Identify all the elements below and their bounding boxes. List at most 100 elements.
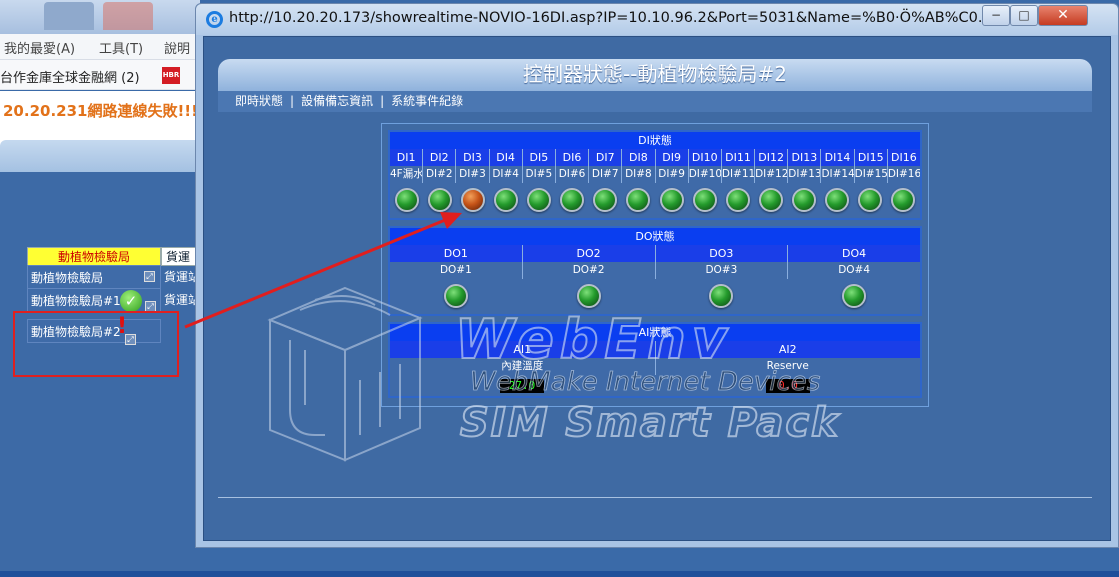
di-led-slot: [821, 188, 854, 212]
menu-favorites[interactable]: 我的最愛(A): [4, 38, 75, 57]
di-channel-label: DI12: [755, 149, 789, 166]
status-led-on-icon[interactable]: [394, 188, 419, 212]
status-led-on-icon[interactable]: [792, 188, 817, 212]
nav-separator: |: [380, 94, 385, 108]
di-led-row: [390, 183, 920, 217]
status-led-on-icon[interactable]: [841, 284, 866, 308]
di-point-name: DI#14: [821, 166, 855, 183]
nav-events-link[interactable]: 系統事件紀錄: [391, 94, 463, 108]
di-led-slot: [721, 188, 754, 212]
status-panels: DI狀態 DI1 DI2 DI3 DI4 DI5 DI6 DI7 DI8 DI9 DI10 DI11…: [381, 123, 929, 407]
connection-fail-message: 20.20.231網路連線失敗!!!: [3, 102, 198, 120]
status-led-on-icon[interactable]: [692, 188, 717, 212]
ai-channel-label: AI2: [655, 341, 920, 358]
di-channel-label: DI7: [589, 149, 623, 166]
menu-tools[interactable]: 工具(T): [99, 38, 143, 57]
ai1-value-display: 27.0: [500, 379, 544, 393]
di-led-slot: [390, 188, 423, 212]
hbr-icon[interactable]: HBR: [162, 67, 180, 84]
taskbar-edge: [0, 571, 1119, 577]
device-row-label: 動植物檢驗局#1: [31, 294, 121, 308]
di-point-name: DI#12: [755, 166, 789, 183]
di-panel: DI狀態 DI1 DI2 DI3 DI4 DI5 DI6 DI7 DI8 DI9 DI10 DI11…: [388, 130, 922, 220]
online-check-icon: ✓: [120, 290, 142, 312]
status-led-on-icon[interactable]: [758, 188, 783, 212]
di-point-name: DI#3: [456, 166, 490, 183]
status-led-on-icon[interactable]: [576, 284, 601, 308]
favorites-item[interactable]: 台作金庫全球金融網 (2): [0, 67, 140, 86]
ai-panel-title: AI狀態: [390, 324, 920, 341]
minimize-button[interactable]: −: [982, 5, 1010, 26]
highlight-frame: [13, 311, 179, 377]
di-point-name: DI#5: [522, 166, 556, 183]
ai-point-name: Reserve: [655, 358, 920, 375]
nav-realtime-link[interactable]: 即時狀態: [235, 94, 283, 108]
di-channel-label: DI2: [423, 149, 457, 166]
status-led-on-icon[interactable]: [593, 188, 618, 212]
device-table-header: 動植物檢驗局: [27, 247, 161, 266]
background-browser-titlebar: [0, 0, 200, 34]
status-led-on-icon[interactable]: [444, 284, 469, 308]
status-led-on-icon[interactable]: [858, 188, 883, 212]
status-led-alarm-icon[interactable]: [460, 188, 485, 212]
status-led-on-icon[interactable]: [659, 188, 684, 212]
status-led-on-icon[interactable]: [527, 188, 552, 212]
di-channel-label: DI15: [854, 149, 888, 166]
do-led-row: [390, 279, 920, 313]
di-led-slot: [887, 188, 920, 212]
do-channel-label: DO1: [390, 245, 523, 262]
close-button[interactable]: ✕: [1038, 5, 1088, 26]
do-channel-label: DO2: [522, 245, 656, 262]
do-channel-label: DO3: [655, 245, 789, 262]
di-point-name: DI#7: [589, 166, 623, 183]
di-channel-label: DI6: [555, 149, 590, 166]
di-led-slot: [423, 188, 456, 212]
ie-browser-icon: e: [206, 11, 223, 28]
di-point-name: DI#8: [622, 166, 656, 183]
do-channel-label: DO4: [788, 245, 920, 262]
di-point-name: DI#2: [423, 166, 457, 183]
background-pane-header: [0, 140, 200, 172]
device-row[interactable]: 動植物檢驗局 ⤢: [27, 265, 161, 289]
status-led-on-icon[interactable]: [427, 188, 452, 212]
do-led-slot: [523, 284, 656, 308]
browser-tab[interactable]: [44, 2, 94, 30]
ai-channel-label: AI1: [390, 341, 656, 358]
nav-equipment-link[interactable]: 設備備忘資訊: [301, 94, 373, 108]
di-point-name: DI#15: [854, 166, 888, 183]
di-channel-label: DI16: [887, 149, 920, 166]
do-led-slot: [655, 284, 788, 308]
status-led-on-icon[interactable]: [891, 188, 916, 212]
di-point-name: DI#11: [721, 166, 756, 183]
di-channel-label: DI11: [721, 149, 756, 166]
di-led-slot: [788, 188, 821, 212]
di-led-slot: [556, 188, 589, 212]
do-channel-row: DO1 DO2 DO3 DO4: [390, 245, 920, 262]
do-led-slot: [788, 284, 921, 308]
di-channel-label: DI4: [489, 149, 523, 166]
ai-panel: AI狀態 AI1 AI2 內建溫度 Reserve 27.0 0.0: [388, 322, 922, 398]
popup-titlebar[interactable]: e http://10.20.20.173/showrealtime-NOVIO…: [196, 4, 1118, 35]
expand-icon[interactable]: ⤢: [144, 271, 155, 282]
browser-tab[interactable]: [103, 2, 153, 30]
status-led-on-icon[interactable]: [493, 188, 518, 212]
di-channel-label: DI1: [390, 149, 424, 166]
status-led-on-icon[interactable]: [825, 188, 850, 212]
di-channel-row: DI1 DI2 DI3 DI4 DI5 DI6 DI7 DI8 DI9 DI10 DI11 DI12 D…: [390, 149, 920, 166]
menu-help[interactable]: 說明: [164, 38, 190, 57]
nav-bar: 即時狀態 | 設備備忘資訊 | 系統事件紀錄: [218, 91, 1092, 112]
maximize-button[interactable]: □: [1010, 5, 1038, 26]
di-led-slot: [655, 188, 688, 212]
status-led-on-icon[interactable]: [626, 188, 651, 212]
do-point-name: DO#1: [390, 262, 523, 279]
status-led-on-icon[interactable]: [560, 188, 585, 212]
di-point-name: DI#10: [688, 166, 722, 183]
di-channel-label: DI10: [688, 149, 722, 166]
di-name-row: 4F漏水 DI#2 DI#3 DI#4 DI#5 DI#6 DI#7 DI#8 DI#9 DI#1…: [390, 166, 920, 183]
device-row[interactable]: 動植物檢驗局#1 ✓ ⤢: [27, 288, 161, 312]
popup-content: 控制器狀態--動植物檢驗局#2 即時狀態 | 設備備忘資訊 | 系統事件紀錄 DI狀態 …: [203, 36, 1111, 541]
di-panel-title: DI狀態: [390, 132, 920, 149]
status-led-on-icon[interactable]: [709, 284, 734, 308]
di-channel-label: DI3: [456, 149, 490, 166]
status-led-on-icon[interactable]: [725, 188, 750, 212]
